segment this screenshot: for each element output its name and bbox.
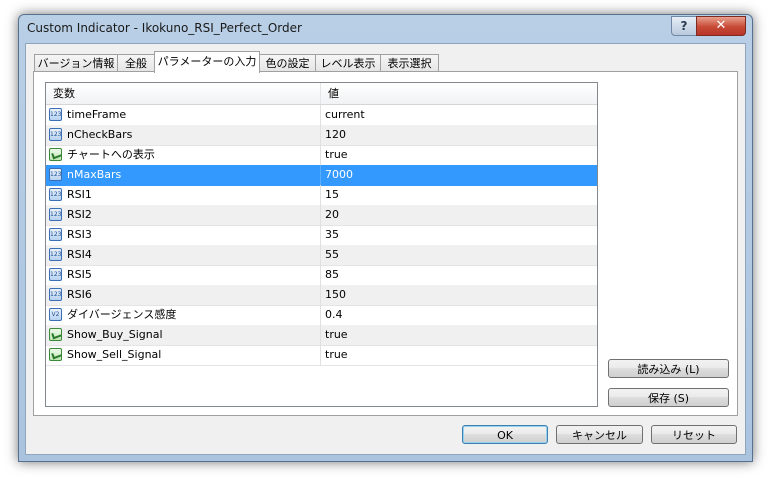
cell-divider [320,325,321,345]
param-value[interactable]: 15 [325,185,339,205]
table-row[interactable]: ダイバージェンス感度 0.4 [46,305,597,326]
window-title: Custom Indicator - Ikokuno_RSI_Perfect_O… [27,21,302,35]
param-name: nMaxBars [67,168,122,181]
double-icon [49,308,62,321]
param-name: RSI6 [67,288,92,301]
ok-button[interactable]: OK [462,425,548,444]
cell-divider [320,205,321,225]
table-row[interactable]: RSI3 35 [46,225,597,246]
bool-icon [49,148,62,161]
cell-divider [320,185,321,205]
param-name: RSI5 [67,268,92,281]
table-row[interactable]: nCheckBars 120 [46,125,597,146]
column-header-variable[interactable]: 変数 [48,83,75,104]
cell-divider [320,125,321,145]
cell-divider [320,245,321,265]
param-name: nCheckBars [67,128,133,141]
column-divider[interactable] [320,83,321,104]
table-row[interactable]: RSI4 55 [46,245,597,266]
table-row[interactable]: チャートへの表示 true [46,145,597,166]
param-value[interactable]: 35 [325,225,339,245]
column-header-value[interactable]: 値 [323,83,339,104]
param-value[interactable]: 55 [325,245,339,265]
param-name: RSI4 [67,248,92,261]
close-button[interactable]: ✕ [696,16,746,36]
load-button[interactable]: 読み込み (L) [608,359,729,378]
table-row[interactable]: Show_Buy_Signal true [46,325,597,346]
tab-colors[interactable]: 色の設定 [259,54,316,72]
parameters-panel: 変数 値 timeFrame current nCheckBars 120 [33,71,738,416]
param-value[interactable]: 120 [325,125,346,145]
parameters-grid[interactable]: 変数 値 timeFrame current nCheckBars 120 [45,82,598,407]
int-icon [49,188,62,201]
param-value[interactable]: true [325,345,348,365]
int-icon [49,288,62,301]
tab-visualization[interactable]: 表示選択 [380,54,439,72]
int-icon [49,228,62,241]
param-value[interactable]: current [325,105,365,125]
table-row[interactable]: timeFrame current [46,105,597,126]
param-name: Show_Buy_Signal [67,328,163,341]
cell-divider [320,105,321,125]
param-value[interactable]: 150 [325,285,346,305]
help-button[interactable]: ? [671,16,697,36]
dialog-window: Custom Indicator - Ikokuno_RSI_Perfect_O… [18,14,753,462]
grid-header: 変数 値 [46,83,597,105]
table-row[interactable]: RSI2 20 [46,205,597,226]
dialog-client-area: バージョン情報 全般 パラメーターの入力 色の設定 レベル表示 表示選択 変数 … [25,43,746,455]
cell-divider [320,145,321,165]
param-value[interactable]: 85 [325,265,339,285]
table-row-selected[interactable]: nMaxBars 7000 [46,165,597,186]
cell-divider [320,345,321,365]
int-icon [49,248,62,261]
int-icon [49,268,62,281]
save-button[interactable]: 保存 (S) [608,388,729,407]
param-name: Show_Sell_Signal [67,348,162,361]
bool-icon [49,348,62,361]
table-row[interactable]: RSI6 150 [46,285,597,306]
bool-icon [49,328,62,341]
param-name: RSI2 [67,208,92,221]
param-value[interactable]: true [325,325,348,345]
cancel-button[interactable]: キャンセル [556,425,643,444]
param-name: RSI1 [67,188,92,201]
param-name: timeFrame [67,108,127,121]
param-value[interactable]: 0.4 [325,305,343,325]
tab-parameters[interactable]: パラメーターの入力 [154,51,260,73]
int-icon [49,128,62,141]
tab-levels[interactable]: レベル表示 [315,54,381,72]
param-value[interactable]: 20 [325,205,339,225]
cell-divider [320,285,321,305]
param-value[interactable]: true [325,145,348,165]
int-icon [49,108,62,121]
table-row[interactable]: Show_Sell_Signal true [46,345,597,366]
int-icon [49,168,62,181]
cell-divider [320,165,321,185]
param-name: チャートへの表示 [67,148,155,161]
tab-general[interactable]: 全般 [117,54,155,72]
reset-button[interactable]: リセット [651,425,737,444]
cell-divider [320,225,321,245]
title-bar[interactable]: Custom Indicator - Ikokuno_RSI_Perfect_O… [19,15,752,43]
tab-version-info[interactable]: バージョン情報 [34,54,118,72]
int-icon [49,208,62,221]
cell-divider [320,305,321,325]
param-name: RSI3 [67,228,92,241]
table-row[interactable]: RSI1 15 [46,185,597,206]
param-name: ダイバージェンス感度 [67,308,177,321]
table-row[interactable]: RSI5 85 [46,265,597,286]
cell-divider [320,265,321,285]
param-value[interactable]: 7000 [325,165,353,185]
